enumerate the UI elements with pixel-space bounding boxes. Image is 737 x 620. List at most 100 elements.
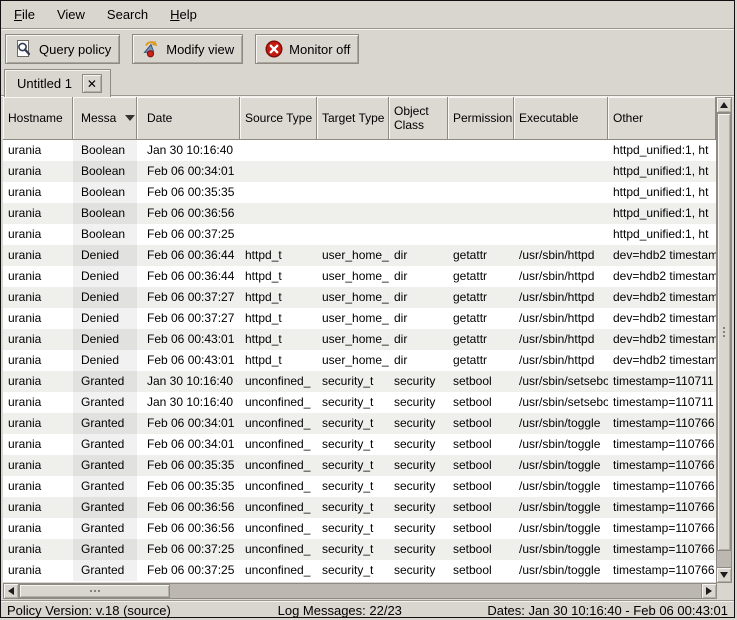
cell-hostname: urania bbox=[3, 287, 73, 308]
cell-permission: getattr bbox=[448, 329, 514, 350]
cell-message: Granted bbox=[73, 476, 137, 497]
log-row[interactable]: uraniaGrantedFeb 06 00:35:35unconfined_s… bbox=[3, 455, 718, 476]
cell-message: Granted bbox=[73, 539, 137, 560]
cell-object-class: security bbox=[389, 539, 448, 560]
log-row[interactable]: uraniaGrantedFeb 06 00:37:25unconfined_s… bbox=[3, 539, 718, 560]
log-row[interactable]: uraniaDeniedFeb 06 00:37:27httpd_tuser_h… bbox=[3, 287, 718, 308]
column-header-executable[interactable]: Executable bbox=[514, 97, 608, 140]
log-row[interactable]: uraniaGrantedFeb 06 00:36:56unconfined_s… bbox=[3, 497, 718, 518]
log-row[interactable]: uraniaDeniedFeb 06 00:37:27httpd_tuser_h… bbox=[3, 308, 718, 329]
cell-date: Feb 06 00:36:44 bbox=[137, 266, 240, 287]
arrow-right-icon bbox=[706, 587, 712, 595]
monitor-off-button[interactable]: Monitor off bbox=[255, 34, 359, 64]
cell-other: timestamp=110766 bbox=[608, 476, 716, 497]
log-row[interactable]: uraniaGrantedFeb 06 00:34:01unconfined_s… bbox=[3, 434, 718, 455]
column-header-hostname[interactable]: Hostname bbox=[3, 97, 73, 140]
cell-message: Granted bbox=[73, 497, 137, 518]
cell-other: httpd_unified:1, ht bbox=[608, 161, 716, 182]
cell-permission: setbool bbox=[448, 413, 514, 434]
log-row[interactable]: uraniaDeniedFeb 06 00:36:44httpd_tuser_h… bbox=[3, 266, 718, 287]
menu-file[interactable]: File bbox=[3, 3, 46, 26]
log-row[interactable]: uraniaBooleanFeb 06 00:36:56httpd_unifie… bbox=[3, 203, 718, 224]
cell-other: dev=hdb2 timestamp bbox=[608, 329, 716, 350]
column-header-date[interactable]: Date bbox=[137, 97, 240, 140]
cell-source-type bbox=[240, 182, 317, 203]
menu-help[interactable]: Help bbox=[159, 3, 208, 26]
cell-date: Feb 06 00:34:01 bbox=[137, 413, 240, 434]
modify-view-icon bbox=[141, 39, 161, 59]
cell-other: timestamp=110766 bbox=[608, 518, 716, 539]
cell-message: Denied bbox=[73, 245, 137, 266]
cell-target-type: security_t bbox=[317, 392, 389, 413]
cell-date: Feb 06 00:34:01 bbox=[137, 161, 240, 182]
vertical-scrollbar-thumb[interactable] bbox=[717, 113, 731, 551]
cell-executable: /usr/sbin/toggle bbox=[514, 497, 608, 518]
horizontal-scrollbar-thumb[interactable] bbox=[19, 584, 170, 598]
monitor-off-icon bbox=[264, 39, 284, 59]
cell-date: Feb 06 00:37:27 bbox=[137, 287, 240, 308]
scroll-down-button[interactable] bbox=[716, 567, 732, 583]
log-row[interactable]: uraniaGrantedJan 30 10:16:40unconfined_s… bbox=[3, 392, 718, 413]
horizontal-scrollbar[interactable] bbox=[3, 583, 717, 599]
cell-executable: /usr/sbin/toggle bbox=[514, 518, 608, 539]
cell-object-class: security bbox=[389, 434, 448, 455]
log-row[interactable]: uraniaBooleanJan 30 10:16:40httpd_unifie… bbox=[3, 140, 718, 161]
menu-view[interactable]: View bbox=[46, 3, 96, 26]
cell-executable bbox=[514, 182, 608, 203]
scroll-right-button[interactable] bbox=[701, 583, 717, 599]
log-row[interactable]: uraniaBooleanFeb 06 00:37:25httpd_unifie… bbox=[3, 224, 718, 245]
cell-message: Boolean bbox=[73, 203, 137, 224]
cell-hostname: urania bbox=[3, 392, 73, 413]
policy-version-label: Policy Version: v.18 (source) bbox=[5, 603, 229, 618]
cell-other: timestamp=110766 bbox=[608, 434, 716, 455]
cell-hostname: urania bbox=[3, 224, 73, 245]
tab-close-button[interactable]: ✕ bbox=[82, 74, 102, 93]
cell-executable: /usr/sbin/toggle bbox=[514, 476, 608, 497]
cell-target-type bbox=[317, 161, 389, 182]
log-row[interactable]: uraniaGrantedFeb 06 00:36:56unconfined_s… bbox=[3, 518, 718, 539]
log-row[interactable]: uraniaGrantedFeb 06 00:35:35unconfined_s… bbox=[3, 476, 718, 497]
cell-executable: /usr/sbin/toggle bbox=[514, 560, 608, 581]
log-row[interactable]: uraniaDeniedFeb 06 00:36:44httpd_tuser_h… bbox=[3, 245, 718, 266]
cell-permission: setbool bbox=[448, 392, 514, 413]
horizontal-scrollbar-trough[interactable] bbox=[19, 583, 701, 599]
cell-date: Jan 30 10:16:40 bbox=[137, 392, 240, 413]
menu-search[interactable]: Search bbox=[96, 3, 159, 26]
log-row[interactable]: uraniaGrantedJan 30 10:16:40unconfined_s… bbox=[3, 371, 718, 392]
vertical-scrollbar[interactable] bbox=[716, 97, 732, 583]
log-row[interactable]: uraniaDeniedFeb 06 00:43:01httpd_tuser_h… bbox=[3, 329, 718, 350]
scroll-left-button[interactable] bbox=[3, 583, 19, 599]
cell-target-type: user_home_t bbox=[317, 266, 389, 287]
column-header-other[interactable]: Other bbox=[608, 97, 716, 140]
column-header-message[interactable]: Messa bbox=[73, 97, 137, 140]
vertical-scrollbar-trough[interactable] bbox=[716, 113, 732, 567]
cell-target-type: security_t bbox=[317, 434, 389, 455]
log-row[interactable]: uraniaGrantedFeb 06 00:37:25unconfined_s… bbox=[3, 560, 718, 581]
cell-message: Granted bbox=[73, 434, 137, 455]
log-row[interactable]: uraniaBooleanFeb 06 00:34:01httpd_unifie… bbox=[3, 161, 718, 182]
cell-object-class: security bbox=[389, 497, 448, 518]
log-row[interactable]: uraniaDeniedFeb 06 00:43:01httpd_tuser_h… bbox=[3, 350, 718, 371]
log-row[interactable]: uraniaGrantedFeb 06 00:34:01unconfined_s… bbox=[3, 413, 718, 434]
cell-other: httpd_unified:1, ht bbox=[608, 203, 716, 224]
cell-other: dev=hdb2 timestamp bbox=[608, 245, 716, 266]
modify-view-button[interactable]: Modify view bbox=[132, 34, 243, 64]
column-header-permission[interactable]: Permission bbox=[448, 97, 514, 140]
cell-hostname: urania bbox=[3, 182, 73, 203]
cell-message: Granted bbox=[73, 413, 137, 434]
column-header-object-class[interactable]: Object Class bbox=[389, 97, 448, 140]
cell-hostname: urania bbox=[3, 140, 73, 161]
log-row[interactable]: uraniaBooleanFeb 06 00:35:35httpd_unifie… bbox=[3, 182, 718, 203]
cell-message: Denied bbox=[73, 287, 137, 308]
query-policy-button[interactable]: Query policy bbox=[5, 34, 120, 64]
arrow-down-icon bbox=[720, 572, 728, 578]
column-header-label: Target Type bbox=[322, 111, 384, 125]
scroll-up-button[interactable] bbox=[716, 97, 732, 113]
cell-other: dev=hdb2 timestamp bbox=[608, 287, 716, 308]
tab-untitled-1[interactable]: Untitled 1 ✕ bbox=[4, 69, 111, 97]
column-header-target-type[interactable]: Target Type bbox=[317, 97, 389, 140]
arrow-up-icon bbox=[720, 102, 728, 108]
column-header-source-type[interactable]: Source Type bbox=[240, 97, 317, 140]
cell-target-type: user_home_t bbox=[317, 350, 389, 371]
column-header-label: Messa bbox=[81, 111, 116, 125]
